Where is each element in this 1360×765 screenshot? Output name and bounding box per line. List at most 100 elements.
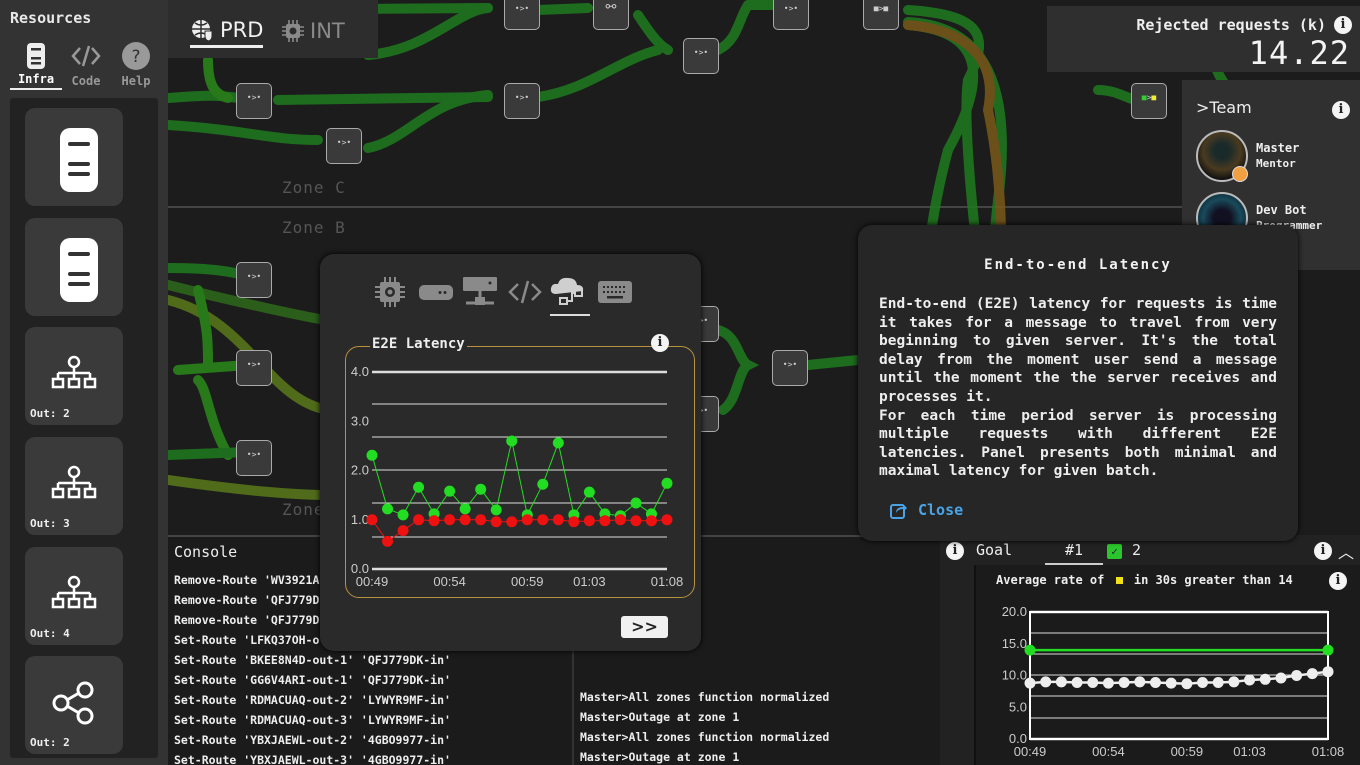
data-point-min (506, 516, 518, 528)
cloud-network-icon (550, 277, 584, 305)
tab-prd[interactable]: PRD (190, 14, 264, 48)
y-tick-label: 2.0 (351, 463, 369, 478)
console-line: Set-Route 'GG6V4ARI-out-1' 'QFJ779DK-in' (174, 673, 451, 687)
data-point-rate (1134, 676, 1146, 688)
sidebar-title: Resources (10, 9, 92, 27)
info-icon[interactable]: i (1329, 572, 1347, 590)
x-tick-label: 01:03 (1233, 744, 1266, 759)
info-icon[interactable]: i (946, 542, 964, 560)
resource-load-balancer-4[interactable]: Out: 4 (25, 547, 123, 645)
server-icon (60, 238, 98, 302)
data-point-min (444, 514, 456, 526)
y-tick-label: 20.0 (1002, 604, 1027, 619)
server-node[interactable]: •>• (236, 262, 272, 298)
goal-body: Average rate of in 30s greater than 14 i… (974, 565, 1360, 765)
resource-list: Out: 2 Out: 3 Out: 4 Out: 2 (10, 98, 158, 758)
resource-load-balancer-2[interactable]: Out: 2 (25, 327, 123, 425)
next-button[interactable]: >> (621, 616, 668, 638)
goal-panel: i Goal #1 ✓ 2 i ︿ Average rate of in 30s… (940, 535, 1360, 765)
server-node[interactable]: •>• (504, 0, 540, 30)
data-point-rate (1102, 677, 1114, 689)
data-point-min (459, 514, 471, 526)
server-node[interactable]: •>• (773, 0, 809, 30)
globe-shield-icon (192, 19, 213, 42)
rejected-requests-value: 14.22 (1248, 34, 1350, 72)
data-point-rate (1275, 672, 1287, 684)
info-panel: End-to-end Latency End-to-end (E2E) late… (858, 225, 1298, 541)
data-point-min (521, 514, 533, 526)
info-icon[interactable]: i (1334, 16, 1352, 34)
resource-out-label: Out: 2 (30, 407, 70, 420)
tab-infra[interactable]: Infra (10, 40, 62, 90)
server-node[interactable]: •>• (772, 350, 808, 386)
chat-line: Master>All zones function normalized (580, 690, 830, 704)
y-tick-label: 5.0 (1009, 699, 1027, 714)
collapse-chevron-up-icon[interactable]: ︿ (1338, 539, 1354, 563)
tab-e2e-latency[interactable] (550, 274, 590, 316)
info-icon[interactable]: i (1314, 542, 1332, 560)
tab-int[interactable]: INT (282, 14, 345, 48)
chevron-right-icon: > (1196, 98, 1210, 117)
console-title: Console (174, 543, 238, 561)
metrics-popup: E2E Latency i 4.0 3.0 2.0 1.0 0.0 00:49 00:54 0… (320, 254, 701, 651)
goal-tab-2[interactable]: 2 (1132, 541, 1141, 559)
data-point-max (475, 483, 487, 495)
svg-text:?: ? (131, 47, 140, 67)
resource-server-2[interactable] (25, 218, 123, 316)
storage-icon[interactable] (418, 274, 454, 310)
data-point-min (583, 515, 595, 527)
goal-description: Average rate of in 30s greater than 14 (996, 573, 1293, 587)
hierarchy-icon (51, 355, 97, 389)
server-node[interactable]: •>• (683, 38, 719, 74)
series-line-max (371, 440, 668, 517)
goal-title: Goal (976, 541, 1013, 559)
chat-lines: Master>All zones function normalized Mas… (580, 687, 829, 765)
info-icon[interactable]: i (1332, 101, 1350, 119)
server-node[interactable]: •>• (504, 83, 540, 119)
cpu-icon[interactable] (372, 274, 408, 310)
resource-out-label: Out: 3 (30, 517, 70, 530)
tab-code[interactable]: Code (60, 40, 112, 90)
tab-infra-label: Infra (17, 72, 55, 86)
splitter-node[interactable]: ⚯ (593, 0, 629, 30)
y-tick-label: 4.0 (351, 364, 369, 379)
data-point-min (413, 514, 425, 526)
network-icon[interactable] (462, 274, 498, 310)
resource-load-balancer-3[interactable]: Out: 3 (25, 437, 123, 535)
team-title-label: Team (1209, 98, 1252, 117)
data-point-min (475, 514, 487, 526)
resource-server-1[interactable] (25, 108, 123, 206)
server-node[interactable]: •>• (236, 440, 272, 476)
data-point-rate (1306, 668, 1318, 680)
environment-tabs: PRD INT (168, 0, 378, 58)
request-marker-icon (1115, 577, 1123, 584)
server-node[interactable]: •>• (236, 350, 272, 386)
server-node[interactable]: ■>■ (1131, 83, 1167, 119)
info-icon[interactable]: i (651, 334, 669, 352)
data-point-min (645, 515, 657, 527)
data-point-min (614, 514, 626, 526)
chip-icon (282, 20, 304, 42)
data-point-rate (1055, 676, 1067, 688)
y-tick-label: 3.0 (351, 413, 369, 428)
resource-splitter[interactable]: Out: 2 (25, 656, 123, 754)
info-title: End-to-end Latency (984, 257, 1172, 273)
goal-tab-1[interactable]: #1 (1045, 541, 1103, 565)
keyboard-icon[interactable] (597, 274, 633, 310)
server-node[interactable]: ■>■ (863, 0, 899, 30)
rejected-requests-label: Rejected requests (k) (1136, 16, 1326, 34)
hierarchy-icon (51, 465, 97, 499)
data-point-max (382, 503, 394, 515)
info-body: End-to-end (E2E) latency for requests is… (879, 295, 1277, 481)
close-button[interactable]: Close (890, 501, 963, 519)
team-title[interactable]: >Team (1196, 98, 1252, 117)
code-icon[interactable] (507, 274, 543, 310)
data-point-min (397, 525, 409, 537)
console-line: Set-Route 'BKEE8N4D-out-1' 'QFJ779DK-in' (174, 653, 451, 667)
server-node[interactable]: •>• (236, 83, 272, 119)
tab-help[interactable]: ? Help (110, 40, 162, 90)
server-node[interactable]: •>• (326, 128, 362, 164)
tab-code-label: Code (71, 74, 101, 88)
member-name: Master (1256, 141, 1300, 155)
chat-line: Master>Outage at zone 1 (580, 710, 740, 724)
